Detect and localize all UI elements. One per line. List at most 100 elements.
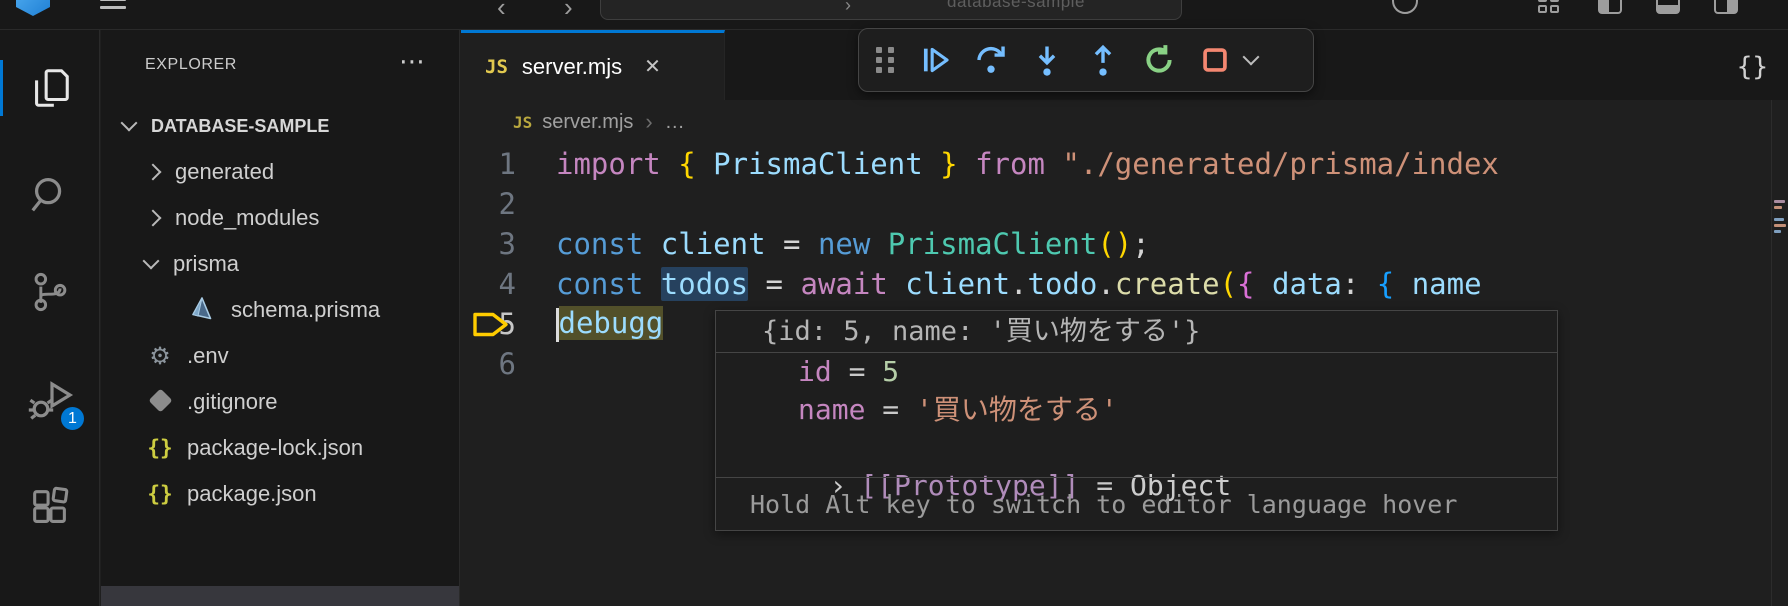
search-icon	[27, 172, 73, 218]
menu-icon[interactable]	[100, 0, 126, 10]
tree-item-label: package-lock.json	[187, 435, 363, 461]
hover-value-preview: {id: 5, name: '買い物をする'}	[716, 311, 1557, 353]
json-braces-icon: {}	[145, 481, 175, 507]
code-line-1[interactable]: 1import { PrismaClient } from "./generat…	[461, 144, 1788, 184]
hover-variables: id = 5name = '買い物をする'	[716, 353, 1557, 429]
command-center[interactable]: › database-sample	[600, 0, 1182, 20]
hover-variable-id[interactable]: id = 5	[716, 353, 1557, 391]
extensions-icon	[27, 485, 73, 531]
hover-prototype-row[interactable]: ›[[Prototype]] = Object	[716, 429, 1557, 467]
tree-item-label: generated	[175, 159, 274, 185]
code-line-2[interactable]: 2	[461, 184, 1788, 224]
source-control-icon	[28, 270, 72, 314]
tree-item-label: .gitignore	[187, 389, 278, 415]
line-number[interactable]: 1	[461, 147, 556, 181]
toggle-panel-icon[interactable]	[1656, 0, 1680, 14]
git-icon	[145, 389, 175, 415]
debug-stop-button[interactable]	[1187, 36, 1243, 84]
toggle-primary-sidebar-icon[interactable]	[1598, 0, 1622, 14]
close-icon[interactable]: ✕	[644, 54, 661, 79]
activity-source-control[interactable]	[0, 252, 100, 332]
sidebar-title: EXPLORER	[145, 56, 237, 74]
debug-step-into-button[interactable]	[1019, 36, 1075, 84]
debug-restart-button[interactable]	[1131, 36, 1187, 84]
json-braces-icon: {}	[145, 435, 175, 461]
tree-item-package-lock-json[interactable]: {} package-lock.json	[101, 425, 459, 471]
prisma-icon	[189, 297, 219, 323]
prompt-chevron-icon: ›	[845, 0, 851, 16]
chevron-down-icon	[121, 115, 138, 132]
hover-variable-name[interactable]: name = '買い物をする'	[716, 391, 1557, 429]
line-text: const todos = await client.todo.create({…	[556, 267, 1482, 301]
explorer-sidebar: EXPLORER ⋯ DATABASE-SAMPLE generated node…	[101, 30, 460, 606]
tree-item--env[interactable]: ⚙.env	[101, 333, 459, 379]
files-icon	[27, 65, 73, 111]
debug-step-out-button[interactable]	[1075, 36, 1131, 84]
tree-item--gitignore[interactable]: .gitignore	[101, 379, 459, 425]
javascript-file-icon: JS	[485, 56, 508, 78]
chevron-down-icon[interactable]	[1243, 49, 1260, 66]
line-number[interactable]: 6	[461, 347, 556, 381]
tree-item-label: .env	[187, 343, 229, 369]
command-center-text: database-sample	[947, 0, 1085, 12]
line-text: const client = new PrismaClient();	[556, 227, 1150, 261]
step-over-icon	[974, 43, 1008, 77]
debug-continue-button[interactable]	[907, 36, 963, 84]
root-folder-label: DATABASE-SAMPLE	[151, 116, 329, 137]
tree-item-node-modules[interactable]: node_modules	[101, 195, 459, 241]
sidebar-more-actions-icon[interactable]: ⋯	[399, 46, 425, 77]
javascript-file-icon: JS	[513, 113, 532, 132]
curly-braces-action-icon[interactable]: {}	[1737, 52, 1768, 82]
activity-search[interactable]	[0, 155, 100, 235]
minimap[interactable]	[1771, 100, 1788, 606]
tree-item-selected[interactable]	[101, 586, 459, 606]
activity-explorer[interactable]	[0, 48, 100, 128]
drag-grip-icon[interactable]	[873, 43, 899, 77]
file-tree: generated node_modulesprisma schema.prisma…	[101, 149, 459, 517]
activity-bar: 1	[0, 30, 100, 606]
title-bar: ‹ › › database-sample	[0, 0, 1788, 30]
history-back-icon[interactable]: ‹	[497, 0, 506, 23]
tree-item-package-json[interactable]: {} package.json	[101, 471, 459, 517]
stop-icon	[1198, 43, 1232, 77]
debug-step-over-button[interactable]	[963, 36, 1019, 84]
activity-extensions[interactable]	[0, 468, 100, 548]
line-number[interactable]: 3	[461, 227, 556, 261]
tree-item-label: schema.prisma	[231, 297, 380, 323]
tree-item-prisma[interactable]: prisma	[101, 241, 459, 287]
breadcrumb-symbol[interactable]: …	[665, 111, 685, 134]
code-line-4[interactable]: 4const todos = await client.todo.create(…	[461, 264, 1788, 304]
chevron-right-icon	[145, 210, 162, 227]
line-number[interactable]: 2	[461, 187, 556, 221]
debug-hover-tooltip: {id: 5, name: '買い物をする'} id = 5name = '買い…	[715, 310, 1558, 531]
debug-current-line-arrow-icon[interactable]	[471, 311, 511, 338]
customize-layout-icon[interactable]	[1538, 0, 1562, 14]
vscode-logo-icon	[16, 0, 50, 16]
continue-icon	[918, 43, 952, 77]
tree-item-label: node_modules	[175, 205, 319, 231]
tree-item-generated[interactable]: generated	[101, 149, 459, 195]
code-line-3[interactable]: 3const client = new PrismaClient();	[461, 224, 1788, 264]
step-out-icon	[1086, 43, 1120, 77]
debug-count-badge: 1	[59, 405, 86, 432]
restart-icon	[1142, 43, 1176, 77]
hover-hint: Hold Alt key to switch to editor languag…	[716, 477, 1557, 530]
activity-run-debug[interactable]: 1	[0, 360, 100, 440]
tab-server-mjs[interactable]: JS server.mjs ✕	[461, 30, 725, 100]
account-icon[interactable]	[1392, 0, 1418, 14]
tree-item-label: prisma	[173, 251, 239, 277]
toggle-secondary-sidebar-icon[interactable]	[1714, 0, 1738, 14]
breadcrumb: JS server.mjs › …	[461, 100, 1788, 144]
debug-toolbar	[858, 28, 1314, 92]
history-forward-icon[interactable]: ›	[564, 0, 573, 23]
tree-root-database-sample[interactable]: DATABASE-SAMPLE	[101, 103, 459, 149]
line-number[interactable]: 4	[461, 267, 556, 301]
chevron-down-icon	[143, 253, 160, 270]
line-text: debugg	[556, 306, 663, 342]
step-into-icon	[1030, 43, 1064, 77]
sidebar-header: EXPLORER ⋯	[101, 30, 459, 100]
breadcrumb-separator-icon: ›	[645, 109, 652, 135]
breadcrumb-file[interactable]: server.mjs	[542, 111, 633, 134]
tree-item-schema-prisma[interactable]: schema.prisma	[101, 287, 459, 333]
tree-item-label: package.json	[187, 481, 317, 507]
